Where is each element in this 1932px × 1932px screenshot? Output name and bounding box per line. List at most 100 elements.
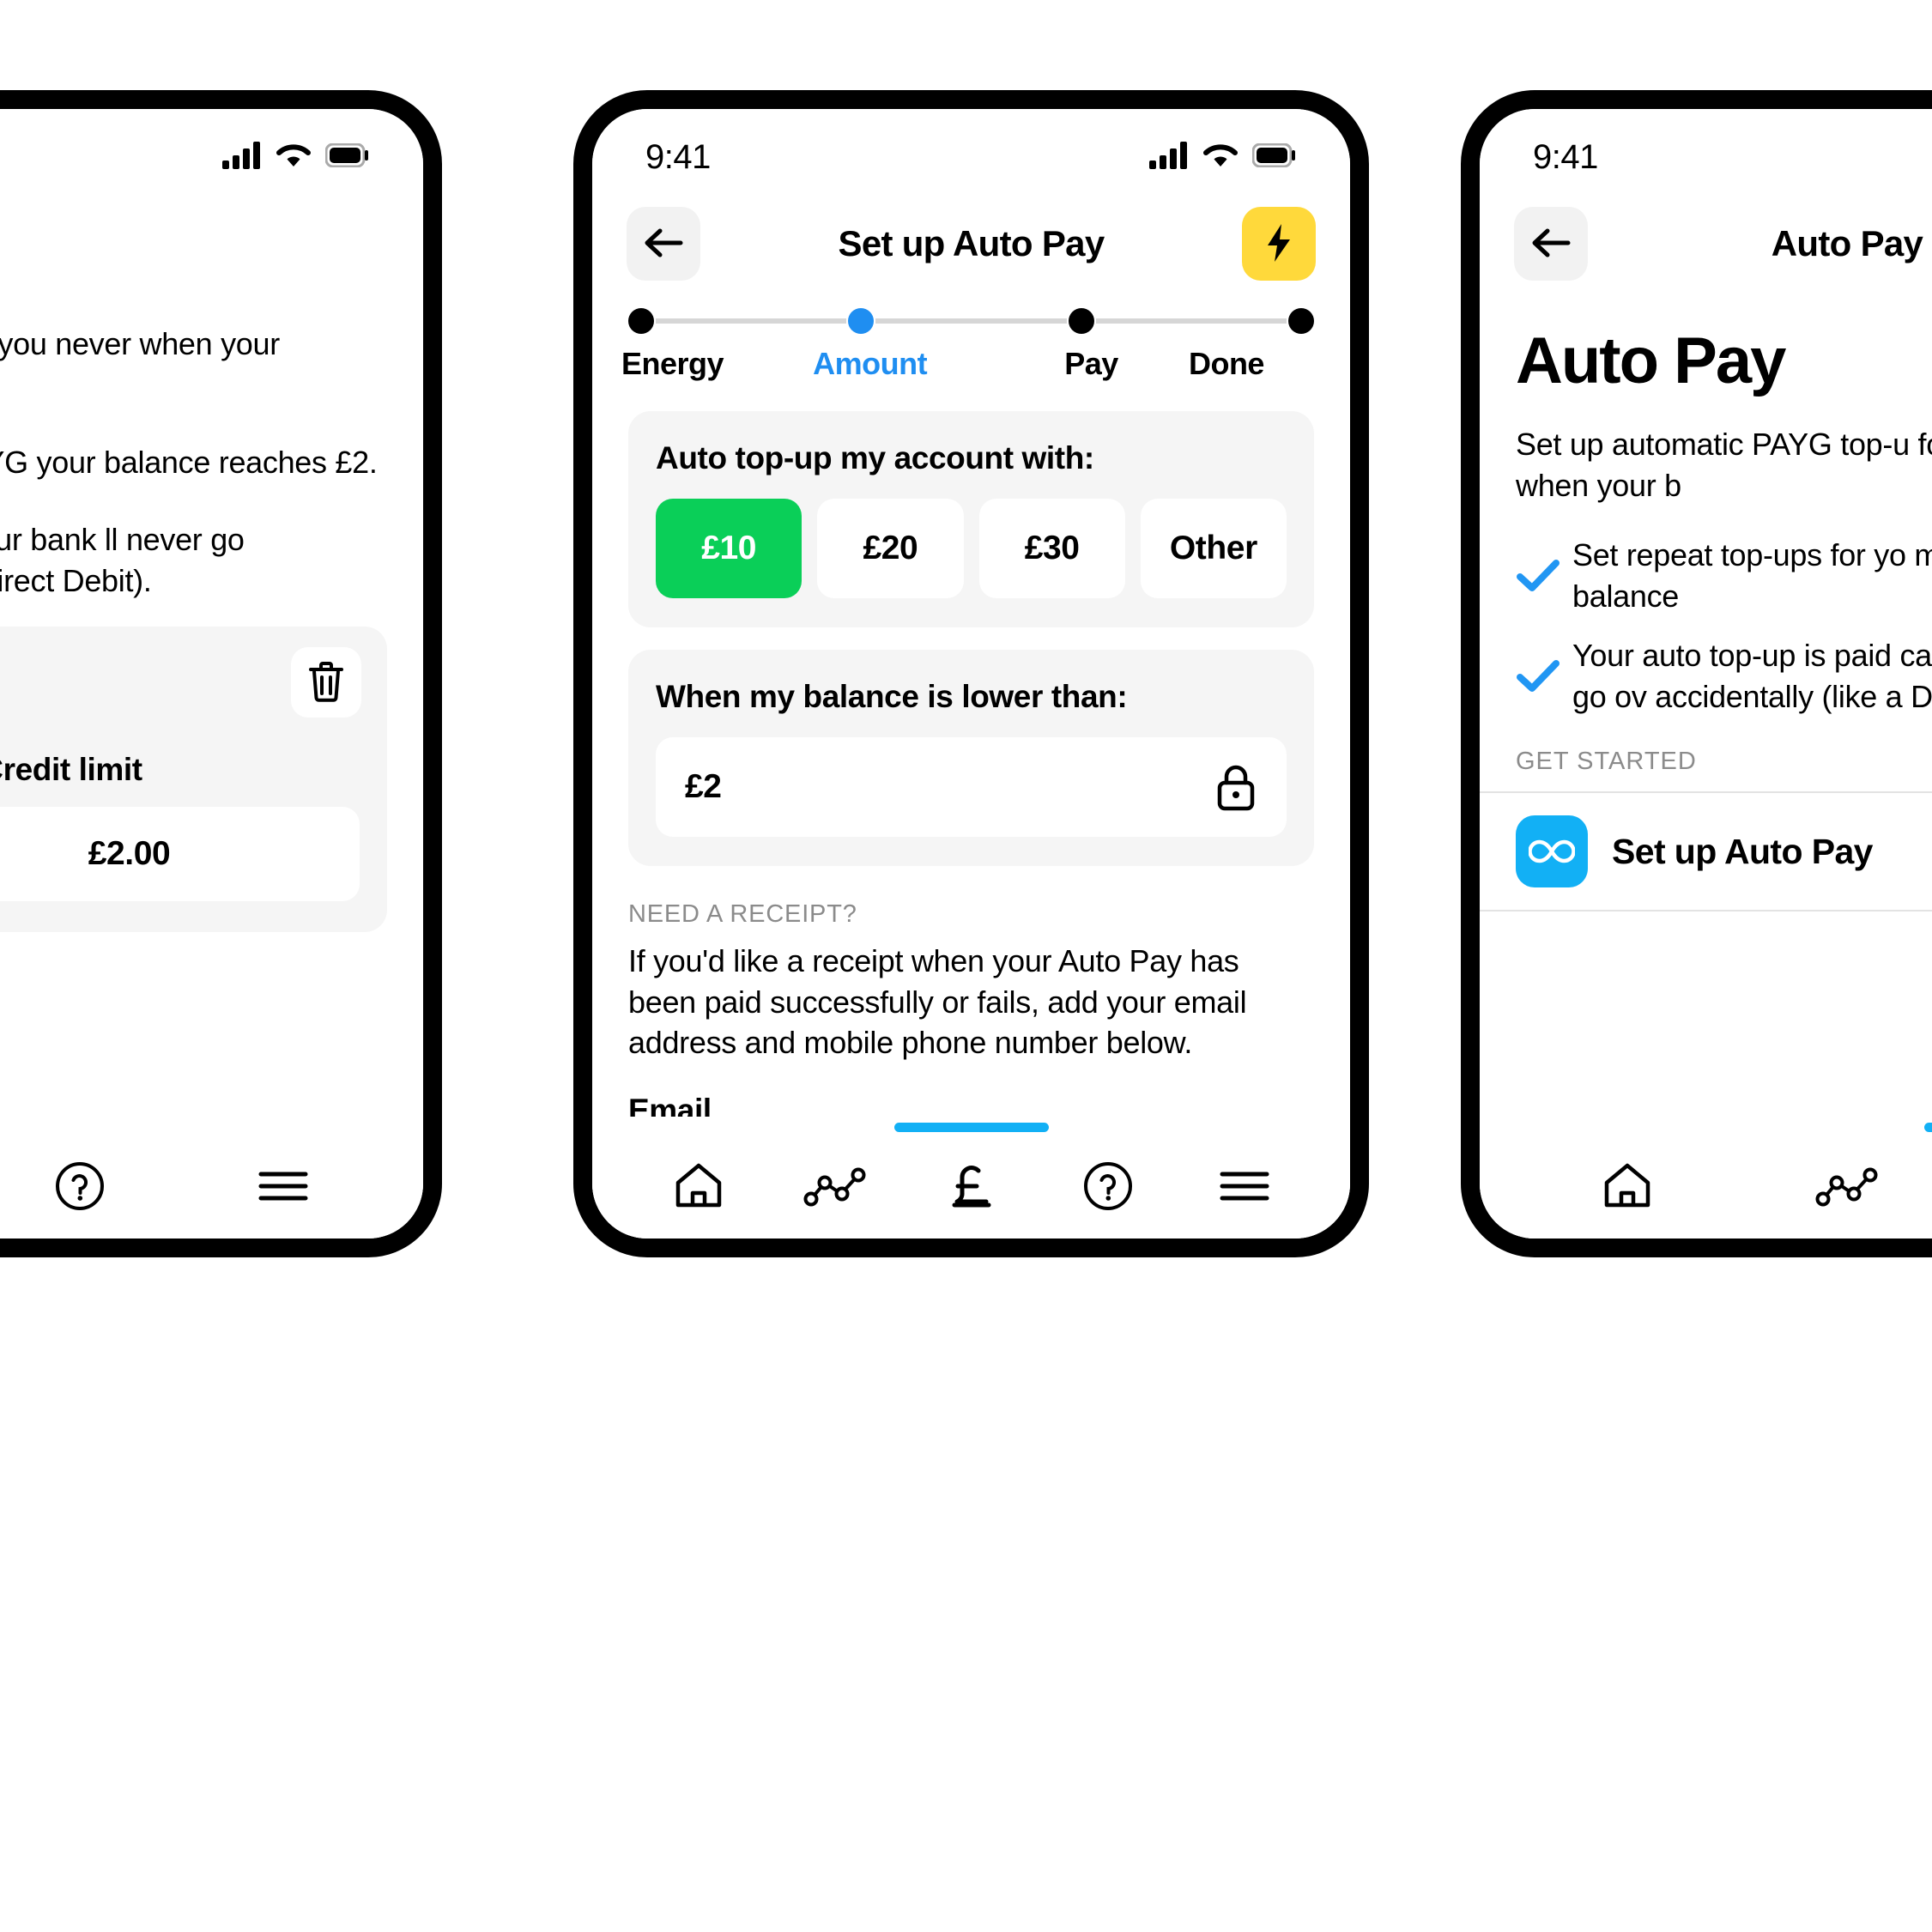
tab-help[interactable] <box>0 1160 181 1216</box>
page-title: Auto Pay <box>1771 223 1923 263</box>
threshold-card: When my balance is lower than: £2 <box>628 650 1314 866</box>
delete-button[interactable] <box>291 647 361 718</box>
step-dot-pay[interactable] <box>1068 308 1094 334</box>
line-chart-icon <box>803 1164 867 1213</box>
step-bar-1 <box>656 318 847 324</box>
middle-bottom-bar <box>592 1117 1350 1239</box>
screenshot-canvas: Auto Pay c PAYG top-ups so you never whe… <box>0 0 1932 1932</box>
tab-money[interactable] <box>903 1160 1039 1216</box>
tab-help[interactable] <box>1039 1160 1176 1216</box>
phone-middle: 9:41 Set up Auto Pay Energy Amount Pay D… <box>573 90 1369 1257</box>
phone-right: 9:41 Auto Pay Auto Pay Set up automatic … <box>1461 90 1932 1257</box>
wifi-icon <box>1202 142 1239 173</box>
step-dot-energy[interactable] <box>628 308 654 334</box>
tab-usage[interactable] <box>1737 1164 1932 1213</box>
list-item: Set repeat top-ups for yo meter when you… <box>1516 535 1932 616</box>
left-bullet-2: p-up is paid with your bank ll never go … <box>0 521 245 598</box>
threshold-card-title: When my balance is lower than: <box>656 679 1128 714</box>
list-item-text: Set repeat top-ups for yo meter when you… <box>1572 537 1932 614</box>
setup-auto-pay-label: Set up Auto Pay <box>1612 831 1873 871</box>
boost-button[interactable] <box>1242 207 1316 281</box>
step-label-done: Done <box>1188 346 1265 381</box>
hamburger-icon <box>1219 1167 1270 1209</box>
page-title: Set up Auto Pay <box>838 223 1105 263</box>
nav-bar: Auto Pay <box>0 191 423 286</box>
pound-icon <box>948 1160 996 1216</box>
status-bar <box>0 109 423 191</box>
phone-left-screen: Auto Pay c PAYG top-ups so you never whe… <box>0 109 423 1239</box>
credit-limit-label: Credit limit <box>0 752 142 788</box>
question-circle-icon <box>54 1160 106 1216</box>
lightning-bolt-icon <box>1264 222 1293 266</box>
home-indicator-row <box>592 1117 1350 1137</box>
page-heading: Auto Pay <box>1516 324 1786 397</box>
receipt-eyebrow: NEED A RECEIPT? <box>628 900 857 928</box>
left-bottom-bar <box>0 1117 423 1239</box>
phone-left: Auto Pay c PAYG top-ups so you never whe… <box>0 90 442 1257</box>
step-dot-done[interactable] <box>1287 308 1314 334</box>
lock-icon <box>1214 762 1257 812</box>
setup-auto-pay-row[interactable]: Set up Auto Pay <box>1480 793 1932 910</box>
tab-usage[interactable] <box>766 1164 903 1213</box>
check-icon <box>1516 558 1572 594</box>
home-icon <box>674 1162 724 1214</box>
step-bar-2 <box>875 318 1067 324</box>
step-label-energy: Energy <box>621 346 724 381</box>
tab-bar <box>592 1137 1350 1239</box>
home-indicator <box>893 1122 1049 1132</box>
status-icons <box>222 141 370 173</box>
battery-icon <box>324 142 370 172</box>
hamburger-icon <box>257 1167 309 1209</box>
nav-bar: Set up Auto Pay <box>592 191 1350 289</box>
tab-menu[interactable] <box>181 1167 385 1209</box>
status-time: 9:41 <box>1533 137 1598 176</box>
intro-text: Set up automatic PAYG top-u forget to to… <box>1516 427 1932 503</box>
line-chart-icon <box>1815 1164 1879 1213</box>
back-arrow-icon <box>1530 226 1572 263</box>
amount-option-30[interactable]: £30 <box>978 499 1125 598</box>
signal-bars-icon <box>222 141 262 173</box>
question-circle-icon <box>1082 1160 1134 1216</box>
amount-option-other[interactable]: Other <box>1140 499 1287 598</box>
progress-stepper: Energy Amount Pay Done <box>592 289 1350 389</box>
nav-bar: Auto Pay <box>1480 191 1932 289</box>
step-label-pay: Pay <box>1064 346 1118 381</box>
back-button[interactable] <box>1514 207 1588 281</box>
tab-menu[interactable] <box>1176 1167 1312 1209</box>
trash-icon <box>307 661 345 705</box>
battery-icon <box>1251 142 1297 172</box>
step-label-amount: Amount <box>813 346 928 381</box>
list-item: Your auto top-up is paid card, so you'll… <box>1516 635 1932 717</box>
threshold-value-field[interactable]: £2 <box>656 737 1287 837</box>
status-time: 9:41 <box>645 137 711 176</box>
receipt-body: If you'd like a receipt when your Auto P… <box>628 943 1247 1061</box>
amount-card: Auto top-up my account with: £10 £20 £30… <box>628 411 1314 627</box>
amount-options: £10 £20 £30 Other <box>656 499 1287 598</box>
amount-option-20[interactable]: £20 <box>817 499 964 598</box>
check-icon <box>1516 658 1572 694</box>
phone-right-screen: 9:41 Auto Pay Auto Pay Set up automatic … <box>1480 109 1932 1239</box>
back-arrow-icon <box>643 226 684 263</box>
step-dot-amount[interactable] <box>848 308 875 334</box>
status-bar: 9:41 <box>1480 109 1932 191</box>
stepper-labels: Energy Amount Pay Done <box>621 346 1314 382</box>
credit-limit-card: Credit limit £2.00 <box>0 627 387 933</box>
list-item-text: Your auto top-up is paid card, so you'll… <box>1572 638 1932 714</box>
wifi-icon <box>276 142 312 173</box>
stepper-dots <box>628 308 1314 334</box>
status-icons <box>1149 141 1297 173</box>
benefits-list: Set repeat top-ups for yo meter when you… <box>1480 506 1932 717</box>
credit-limit-value[interactable]: £2.00 <box>0 807 360 902</box>
status-bar: 9:41 <box>592 109 1350 191</box>
tab-bar <box>0 1137 423 1239</box>
amount-option-10[interactable]: £10 <box>656 499 802 598</box>
back-button[interactable] <box>627 207 700 281</box>
divider <box>1480 910 1932 912</box>
tab-home[interactable] <box>630 1162 766 1214</box>
credit-limit-fields: £2.00 <box>0 807 360 902</box>
step-bar-3 <box>1095 318 1287 324</box>
section-eyebrow: GET STARTED <box>1516 748 1697 776</box>
phone-middle-screen: 9:41 Set up Auto Pay Energy Amount Pay D… <box>592 109 1350 1239</box>
amount-card-title: Auto top-up my account with: <box>656 440 1094 475</box>
tab-home[interactable] <box>1517 1162 1737 1214</box>
